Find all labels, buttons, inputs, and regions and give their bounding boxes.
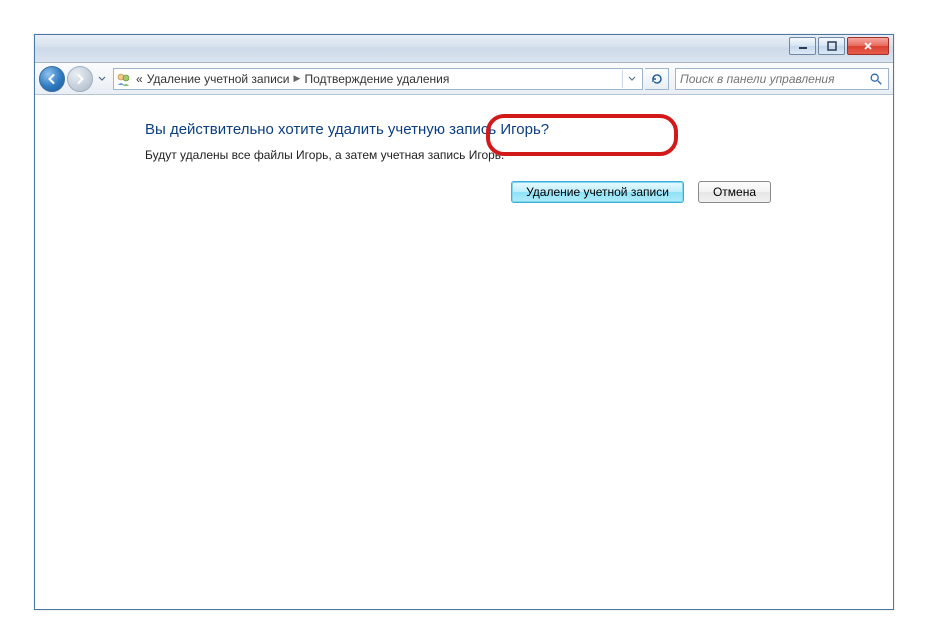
content-area: Вы действительно хотите удалить учетную … xyxy=(35,95,893,609)
chevron-right-icon: ▶ xyxy=(294,73,301,84)
refresh-button[interactable] xyxy=(645,68,669,90)
delete-account-button[interactable]: Удаление учетной записи xyxy=(511,181,684,203)
breadcrumb-item[interactable]: Удаление учетной записи xyxy=(147,72,290,86)
minimize-button[interactable] xyxy=(789,37,816,55)
address-dropdown[interactable] xyxy=(622,70,640,88)
search-input[interactable] xyxy=(680,72,868,86)
search-icon xyxy=(868,71,884,87)
breadcrumb-item[interactable]: Подтверждение удаления xyxy=(304,72,449,86)
action-buttons: Удаление учетной записи Отмена xyxy=(511,181,771,203)
maximize-button[interactable] xyxy=(818,37,845,55)
search-box[interactable] xyxy=(675,68,889,90)
nav-forward-button[interactable] xyxy=(67,66,93,92)
page-description: Будут удалены все файлы Игорь, а затем у… xyxy=(145,148,783,162)
nav-back-button[interactable] xyxy=(39,66,65,92)
user-accounts-icon xyxy=(116,71,132,87)
cancel-button[interactable]: Отмена xyxy=(698,181,771,203)
page-heading: Вы действительно хотите удалить учетную … xyxy=(145,121,783,138)
breadcrumb-prefix: « xyxy=(136,72,143,86)
breadcrumb: « Удаление учетной записи ▶ Подтверждени… xyxy=(136,72,449,86)
address-bar[interactable]: « Удаление учетной записи ▶ Подтверждени… xyxy=(113,68,643,90)
nav-history-dropdown[interactable] xyxy=(95,66,109,92)
close-button[interactable] xyxy=(847,37,889,55)
navigation-bar: « Удаление учетной записи ▶ Подтверждени… xyxy=(35,63,893,95)
control-panel-window: « Удаление учетной записи ▶ Подтверждени… xyxy=(34,34,894,610)
titlebar xyxy=(35,35,893,63)
